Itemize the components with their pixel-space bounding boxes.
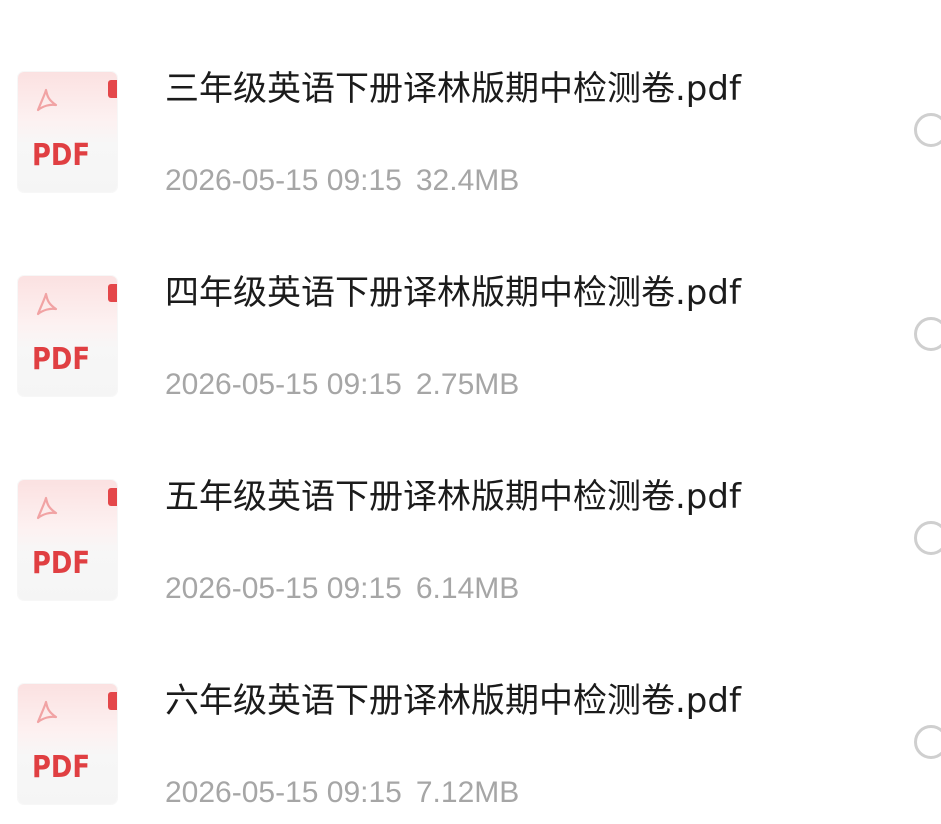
select-checkbox[interactable] <box>914 521 941 555</box>
file-name: 五年级英语下册译林版期中检测卷.pdf <box>165 477 741 517</box>
file-row[interactable]: PDF 六年级英语下册译林版期中检测卷.pdf 2026-05-15 09:15… <box>0 612 941 816</box>
file-meta: 2026-05-15 09:15 32.4MB <box>165 161 519 201</box>
pdf-type-label: PDF <box>32 342 90 377</box>
file-size: 2.75MB <box>415 368 520 401</box>
pdf-corner-tab <box>108 284 117 302</box>
pdf-file-thumbnail: PDF <box>18 72 117 192</box>
pdf-type-label: PDF <box>32 546 90 581</box>
pdf-type-label: PDF <box>32 138 90 173</box>
acrobat-icon <box>36 496 58 520</box>
pdf-corner-tab <box>108 692 117 710</box>
file-size: 32.4MB <box>415 164 520 197</box>
file-meta: 2026-05-15 09:15 7.12MB <box>165 773 519 813</box>
pdf-corner-tab <box>108 80 117 98</box>
file-size: 6.14MB <box>415 572 520 605</box>
pdf-type-label: PDF <box>32 750 90 785</box>
file-list: PDF 三年级英语下册译林版期中检测卷.pdf 2026-05-15 09:15… <box>0 0 941 824</box>
file-name: 三年级英语下册译林版期中检测卷.pdf <box>165 69 741 109</box>
file-meta: 2026-05-15 09:15 6.14MB <box>165 569 519 609</box>
pdf-file-thumbnail: PDF <box>18 276 117 396</box>
file-row[interactable]: PDF 三年级英语下册译林版期中检测卷.pdf 2026-05-15 09:15… <box>0 0 941 204</box>
file-date: 2026-05-15 09:15 <box>165 572 402 605</box>
acrobat-icon <box>36 292 58 316</box>
acrobat-icon <box>36 88 58 112</box>
file-row[interactable]: PDF 四年级英语下册译林版期中检测卷.pdf 2026-05-15 09:15… <box>0 204 941 408</box>
file-meta: 2026-05-15 09:15 2.75MB <box>165 365 519 405</box>
file-date: 2026-05-15 09:15 <box>165 776 402 809</box>
select-checkbox[interactable] <box>914 113 941 147</box>
select-checkbox[interactable] <box>914 725 941 759</box>
select-checkbox[interactable] <box>914 317 941 351</box>
file-name: 六年级英语下册译林版期中检测卷.pdf <box>165 681 741 721</box>
file-size: 7.12MB <box>415 776 520 809</box>
pdf-file-thumbnail: PDF <box>18 684 117 804</box>
file-name: 四年级英语下册译林版期中检测卷.pdf <box>165 273 741 313</box>
pdf-corner-tab <box>108 488 117 506</box>
file-date: 2026-05-15 09:15 <box>165 164 402 197</box>
acrobat-icon <box>36 700 58 724</box>
pdf-file-thumbnail: PDF <box>18 480 117 600</box>
file-date: 2026-05-15 09:15 <box>165 368 402 401</box>
file-row[interactable]: PDF 五年级英语下册译林版期中检测卷.pdf 2026-05-15 09:15… <box>0 408 941 612</box>
